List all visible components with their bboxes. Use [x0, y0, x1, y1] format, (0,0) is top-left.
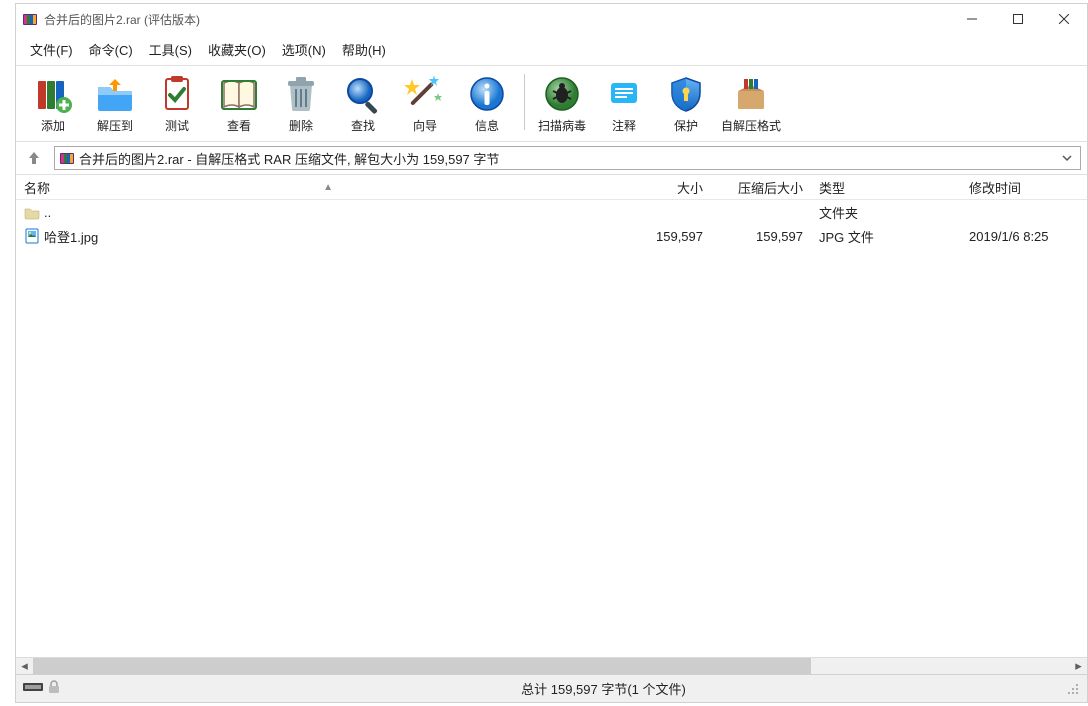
test-button[interactable]: 测试: [146, 70, 208, 137]
wand-icon: [404, 73, 446, 115]
winrar-window: 合并后的图片2.rar (评估版本) 文件(F) 命令(C) 工具(S) 收藏夹…: [15, 3, 1088, 703]
sfx-button[interactable]: 自解压格式: [717, 70, 785, 137]
info-label: 信息: [475, 117, 499, 134]
list-item[interactable]: 哈登1.jpg 159,597 159,597 JPG 文件 2019/1/6 …: [16, 224, 1087, 248]
trash-icon: [280, 73, 322, 115]
find-button[interactable]: 查找: [332, 70, 394, 137]
wizard-button[interactable]: 向导: [394, 70, 456, 137]
clipboard-check-icon: [156, 73, 198, 115]
virusscan-label: 扫描病毒: [538, 117, 586, 134]
file-size: 159,597: [601, 229, 711, 244]
search-icon: [342, 73, 384, 115]
horizontal-scrollbar[interactable]: ◂ ▸: [16, 657, 1087, 674]
view-button[interactable]: 查看: [208, 70, 270, 137]
path-bar: 合并后的图片2.rar - 自解压格式 RAR 压缩文件, 解包大小为 159,…: [16, 142, 1087, 174]
title-bar: 合并后的图片2.rar (评估版本): [16, 4, 1087, 34]
column-name-label: 名称: [24, 178, 50, 197]
wizard-label: 向导: [413, 117, 437, 134]
resize-grip-icon[interactable]: [1065, 681, 1081, 697]
toolbar: 添加 解压到 测试 查看 删除 查找 向导 信息: [16, 65, 1087, 142]
menu-bar: 文件(F) 命令(C) 工具(S) 收藏夹(O) 选项(N) 帮助(H): [16, 34, 1087, 65]
lock-icon: [46, 680, 62, 697]
path-text: 合并后的图片2.rar - 自解压格式 RAR 压缩文件, 解包大小为 159,…: [79, 149, 1058, 168]
window-controls: [949, 4, 1087, 34]
box-sfx-icon: [730, 73, 772, 115]
jpg-file-icon: [24, 228, 40, 244]
column-size[interactable]: 大小: [601, 178, 711, 197]
find-label: 查找: [351, 117, 375, 134]
menu-tools[interactable]: 工具(S): [141, 36, 200, 63]
delete-button[interactable]: 删除: [270, 70, 332, 137]
column-modified[interactable]: 修改时间: [961, 178, 1087, 197]
comment-button[interactable]: 注释: [593, 70, 655, 137]
file-name: ..: [44, 205, 51, 220]
extract-button[interactable]: 解压到: [84, 70, 146, 137]
minimize-button[interactable]: [949, 4, 995, 34]
menu-file[interactable]: 文件(F): [22, 36, 81, 63]
app-icon: [22, 11, 38, 27]
file-type: 文件夹: [811, 203, 961, 222]
file-type: JPG 文件: [811, 227, 961, 246]
protect-button[interactable]: 保护: [655, 70, 717, 137]
add-label: 添加: [41, 117, 65, 134]
note-icon: [603, 73, 645, 115]
scroll-thumb[interactable]: [33, 658, 811, 674]
list-item[interactable]: .. 文件夹: [16, 200, 1087, 224]
file-list[interactable]: .. 文件夹 哈登1.jpg 159,597 159,597 JPG 文件 20…: [16, 200, 1087, 657]
shield-icon: [665, 73, 707, 115]
scroll-right-button[interactable]: ▸: [1070, 658, 1087, 674]
folder-up-icon: [24, 204, 40, 220]
maximize-button[interactable]: [995, 4, 1041, 34]
file-packed: 159,597: [711, 229, 811, 244]
scroll-left-button[interactable]: ◂: [16, 658, 33, 674]
menu-options[interactable]: 选项(N): [274, 36, 334, 63]
test-label: 测试: [165, 117, 189, 134]
bug-shield-icon: [541, 73, 583, 115]
menu-commands[interactable]: 命令(C): [81, 36, 141, 63]
comment-label: 注释: [612, 117, 636, 134]
column-packed[interactable]: 压缩后大小: [711, 178, 811, 197]
protect-label: 保护: [674, 117, 698, 134]
toolbar-separator: [524, 74, 525, 130]
external-left-strip: [0, 0, 15, 706]
view-label: 查看: [227, 117, 251, 134]
book-open-icon: [218, 73, 260, 115]
folder-extract-icon: [94, 73, 136, 115]
window-title: 合并后的图片2.rar (评估版本): [44, 11, 949, 28]
books-add-icon: [32, 73, 74, 115]
status-left-widgets: [22, 680, 62, 697]
path-field[interactable]: 合并后的图片2.rar - 自解压格式 RAR 压缩文件, 解包大小为 159,…: [54, 146, 1081, 170]
sort-ascending-icon: ▲: [323, 182, 333, 193]
column-type[interactable]: 类型: [811, 178, 961, 197]
status-bar: 总计 159,597 字节(1 个文件): [16, 674, 1087, 702]
file-modified: 2019/1/6 8:25: [961, 229, 1087, 244]
virusscan-button[interactable]: 扫描病毒: [531, 70, 593, 137]
sfx-label: 自解压格式: [721, 117, 781, 134]
menu-favorites[interactable]: 收藏夹(O): [200, 36, 274, 63]
add-button[interactable]: 添加: [22, 70, 84, 137]
file-name: 哈登1.jpg: [44, 227, 98, 246]
disk-icon: [22, 680, 44, 697]
info-icon: [466, 73, 508, 115]
extract-label: 解压到: [97, 117, 133, 134]
close-button[interactable]: [1041, 4, 1087, 34]
path-dropdown-icon[interactable]: [1058, 151, 1076, 166]
archive-mini-icon: [59, 150, 75, 166]
column-name[interactable]: 名称 ▲: [16, 178, 601, 197]
scroll-track[interactable]: [33, 658, 1070, 674]
up-button[interactable]: [22, 146, 46, 170]
status-summary: 总计 159,597 字节(1 个文件): [62, 679, 1065, 698]
column-header-row: 名称 ▲ 大小 压缩后大小 类型 修改时间: [16, 174, 1087, 200]
menu-help[interactable]: 帮助(H): [334, 36, 394, 63]
delete-label: 删除: [289, 117, 313, 134]
info-button[interactable]: 信息: [456, 70, 518, 137]
